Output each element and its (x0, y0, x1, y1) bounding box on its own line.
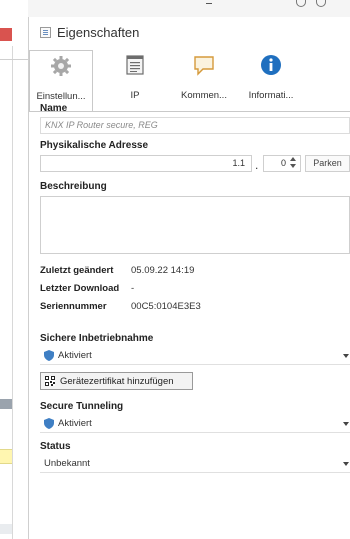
status-select[interactable]: Unbekannt (40, 455, 350, 473)
secure-tunneling-select[interactable]: Aktiviert (40, 415, 350, 433)
gray-marker (0, 399, 12, 409)
button-label: Gerätezertifikat hinzufügen (60, 376, 174, 387)
download-key: Letzter Download (40, 283, 120, 294)
panel-title: Eigenschaften (57, 25, 140, 40)
tab-label: Kommen... (181, 90, 227, 101)
park-button[interactable]: Parken (305, 155, 350, 172)
tab-information[interactable]: Informati... (239, 50, 303, 112)
shield-icon (44, 418, 54, 429)
tab-ip[interactable]: IP (103, 50, 167, 112)
tab-bar: Einstellun... IP Kommen... Informati... (29, 50, 350, 112)
download-value: - (131, 283, 135, 294)
background-app-strip (0, 0, 28, 539)
ip-icon (126, 55, 144, 75)
secure-commissioning-label: Sichere Inbetriebnahme (40, 333, 154, 344)
stepper-arrows-icon[interactable] (290, 157, 296, 169)
tab-label: Informati... (248, 90, 294, 101)
window-top-bar (28, 0, 350, 18)
address-separator: . (255, 158, 259, 172)
status-label: Status (40, 441, 71, 452)
select-value: Aktiviert (58, 418, 92, 429)
gray-marker (0, 524, 12, 534)
properties-icon (40, 27, 51, 38)
panel-header: Eigenschaften (29, 17, 350, 45)
divider (29, 111, 350, 112)
secure-tunneling-label: Secure Tunneling (40, 401, 124, 412)
address-main-field[interactable]: 1.1 (40, 155, 252, 172)
serial-key: Seriennummer (40, 301, 107, 312)
chevron-down-icon (343, 422, 349, 426)
divider (12, 46, 13, 539)
changed-key: Zuletzt geändert (40, 265, 114, 276)
minimize-icon[interactable] (206, 3, 212, 4)
red-marker (0, 28, 12, 41)
select-value: Unbekannt (44, 458, 90, 469)
divider (0, 59, 28, 60)
window-control-icon[interactable] (296, 0, 306, 7)
name-field[interactable]: KNX IP Router secure, REG (40, 117, 350, 134)
address-label: Physikalische Adresse (40, 140, 149, 151)
tab-label: Einstellun... (36, 91, 86, 102)
shield-icon (44, 350, 54, 361)
tab-label: IP (130, 90, 140, 101)
chevron-down-icon (343, 462, 349, 466)
description-field[interactable] (40, 196, 350, 254)
serial-value: 00C5:0104E3E3 (131, 301, 201, 312)
description-label: Beschreibung (40, 181, 107, 192)
gear-icon (51, 56, 71, 76)
secure-commissioning-select[interactable]: Aktiviert (40, 347, 350, 365)
tab-comments[interactable]: Kommen... (172, 50, 236, 112)
window-control-icon[interactable] (316, 0, 326, 7)
add-certificate-button[interactable]: Gerätezertifikat hinzufügen (40, 372, 193, 390)
highlighted-cell[interactable] (0, 449, 12, 464)
changed-value: 05.09.22 14:19 (131, 265, 195, 276)
qr-code-icon (45, 376, 55, 386)
chevron-down-icon (343, 354, 349, 358)
name-label: Name (40, 103, 68, 114)
comment-icon (194, 56, 214, 76)
info-icon (261, 55, 281, 75)
select-value: Aktiviert (58, 350, 92, 361)
